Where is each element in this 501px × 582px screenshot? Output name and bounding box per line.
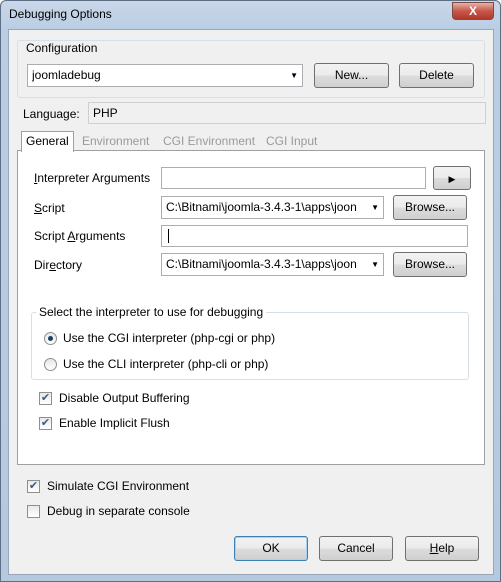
directory-select[interactable]: C:\Bitnami\joomla-3.4.3-1\apps\joon ▼	[161, 253, 384, 276]
script-arguments-input[interactable]	[161, 225, 468, 247]
checkmark-icon: ✔	[40, 417, 51, 429]
title-bar[interactable]: Debugging Options X	[1, 1, 500, 29]
cgi-interpreter-label[interactable]: Use the CGI interpreter (php-cgi or php)	[63, 331, 275, 345]
simulate-cgi-checkbox[interactable]: ✔	[27, 480, 40, 493]
separator	[30, 290, 471, 291]
script-select[interactable]: C:\Bitnami\joomla-3.4.3-1\apps\joon ▼	[161, 196, 384, 219]
window-title: Debugging Options	[9, 7, 112, 21]
language-field: PHP	[88, 102, 486, 124]
cgi-interpreter-radio[interactable]	[44, 332, 57, 345]
interpreter-arguments-input[interactable]	[161, 167, 426, 189]
script-browse-button[interactable]: Browse...	[393, 195, 467, 220]
close-button[interactable]: X	[452, 2, 494, 20]
disable-output-buffering-label[interactable]: Disable Output Buffering	[59, 391, 190, 405]
language-label: Language:	[23, 107, 80, 121]
directory-browse-button[interactable]: Browse...	[393, 252, 467, 277]
cli-interpreter-radio[interactable]	[44, 358, 57, 371]
cli-interpreter-label[interactable]: Use the CLI interpreter (php-cli or php)	[63, 357, 268, 371]
checkmark-icon: ✔	[28, 480, 39, 492]
delete-configuration-button[interactable]: Delete	[399, 63, 474, 88]
script-arguments-label: Script Arguments	[34, 229, 126, 243]
separate-console-checkbox[interactable]	[27, 505, 40, 518]
checkmark-icon: ✔	[40, 392, 51, 404]
disable-output-buffering-checkbox[interactable]: ✔	[39, 392, 52, 405]
simulate-cgi-label[interactable]: Simulate CGI Environment	[47, 479, 189, 493]
script-label: Script	[34, 201, 65, 215]
separate-console-label[interactable]: Debug in separate console	[47, 504, 190, 518]
tab-cgi-input[interactable]: CGI Input	[262, 132, 321, 152]
interpreter-arguments-label: Interpreter Arguments	[34, 171, 151, 185]
insert-argument-button[interactable]: ▶	[433, 166, 471, 190]
enable-implicit-flush-label[interactable]: Enable Implicit Flush	[59, 416, 170, 430]
dialog-body: Configuration joomladebug ▼ New... Delet…	[8, 29, 494, 575]
tab-general[interactable]: General	[21, 131, 74, 152]
tab-environment[interactable]: Environment	[78, 132, 153, 152]
directory-value: C:\Bitnami\joomla-3.4.3-1\apps\joon	[166, 257, 357, 271]
chevron-down-icon: ▼	[371, 260, 379, 269]
debugging-options-window: Debugging Options X Configuration joomla…	[0, 0, 501, 582]
general-tab-panel: Interpreter Arguments ▶ Script C:\Bitnam…	[17, 150, 485, 465]
chevron-down-icon: ▼	[371, 203, 379, 212]
text-caret	[168, 229, 169, 243]
play-icon: ▶	[448, 174, 456, 184]
new-configuration-button[interactable]: New...	[314, 63, 389, 88]
help-button[interactable]: Help	[405, 536, 479, 561]
configuration-legend: Configuration	[23, 41, 101, 55]
tab-cgi-environment[interactable]: CGI Environment	[159, 132, 259, 152]
ok-button[interactable]: OK	[234, 536, 308, 561]
configuration-select[interactable]: joomladebug ▼	[27, 64, 303, 87]
configuration-value: joomladebug	[32, 68, 101, 82]
directory-label: Directory	[34, 258, 83, 272]
script-value: C:\Bitnami\joomla-3.4.3-1\apps\joon	[166, 200, 357, 214]
enable-implicit-flush-checkbox[interactable]: ✔	[39, 417, 52, 430]
cancel-button[interactable]: Cancel	[319, 536, 393, 561]
chevron-down-icon: ▼	[290, 71, 298, 80]
interpreter-group-legend: Select the interpreter to use for debugg…	[36, 305, 267, 319]
